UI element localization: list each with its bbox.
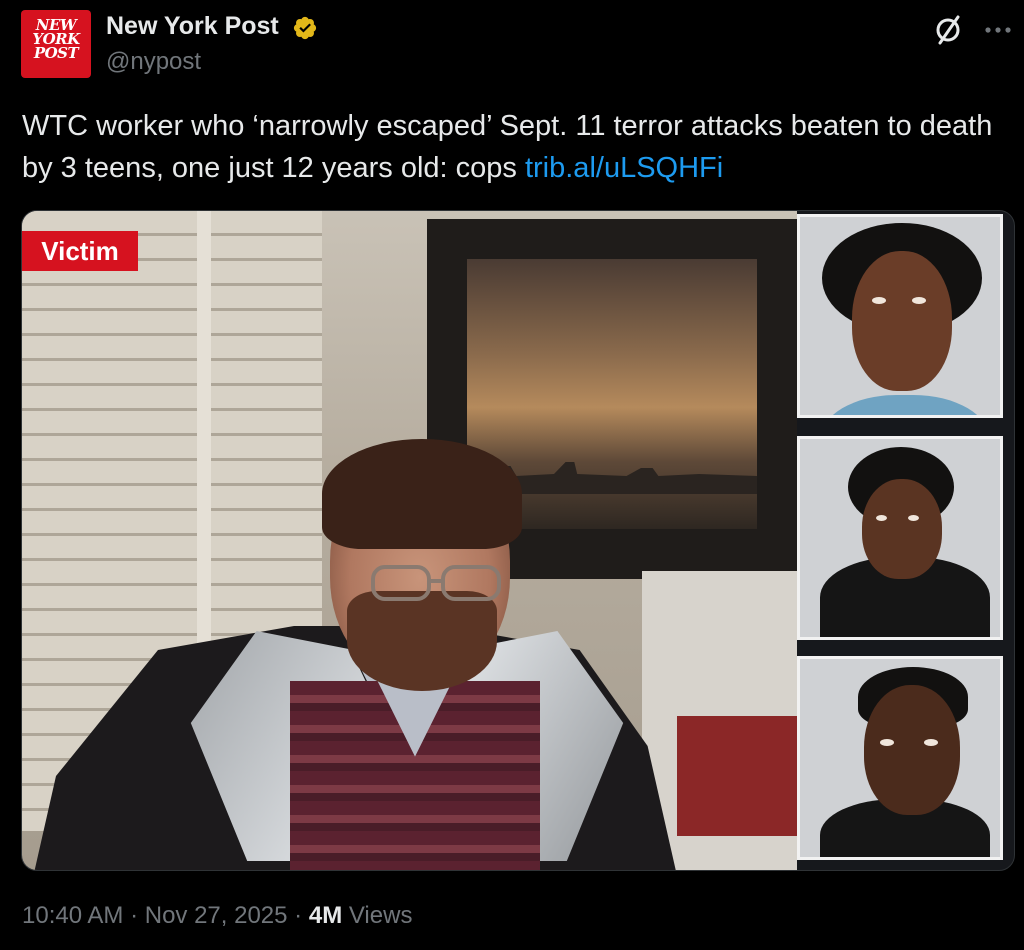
tweet-body: WTC worker who ‘narrowly escaped’ Sept. … [22,110,993,184]
author-handle[interactable]: @nypost [106,48,201,76]
more-options-icon[interactable] [984,18,1012,42]
tweet-text: WTC worker who ‘narrowly escaped’ Sept. … [22,105,1002,189]
meta-separator: · [123,902,145,929]
person-glasses [371,565,501,601]
author-avatar[interactable]: NEW YORK POST [21,10,91,78]
views-label: Views [342,902,413,929]
person-hair [322,439,522,549]
tweet-date[interactable]: Nov 27, 2025 [145,902,288,929]
tweet-time[interactable]: 10:40 AM [22,902,123,929]
suspect-mugshot-3[interactable] [797,656,1003,860]
tweet-link[interactable]: trib.al/uLSQHFi [525,152,723,184]
suspect-mugshot-1[interactable] [797,214,1003,418]
background-shelf [677,716,797,836]
tweet-meta: 10:40 AM · Nov 27, 2025 · 4M Views [22,902,412,930]
verified-badge-icon[interactable] [292,15,318,41]
avatar-logo-line3: POST [33,44,79,62]
victim-badge: Victim [22,231,138,271]
tweet-media[interactable]: Victim [21,210,1015,871]
meta-separator: · [287,902,309,929]
victim-photo[interactable]: Victim [22,211,797,870]
author-display-name[interactable]: New York Post [106,12,279,41]
views-count[interactable]: 4M [309,902,342,929]
suspect-mugshot-2[interactable] [797,436,1003,640]
avatar-logo: NEW YORK POST [21,18,91,62]
person-beard [347,591,497,691]
grok-icon[interactable] [932,14,964,46]
